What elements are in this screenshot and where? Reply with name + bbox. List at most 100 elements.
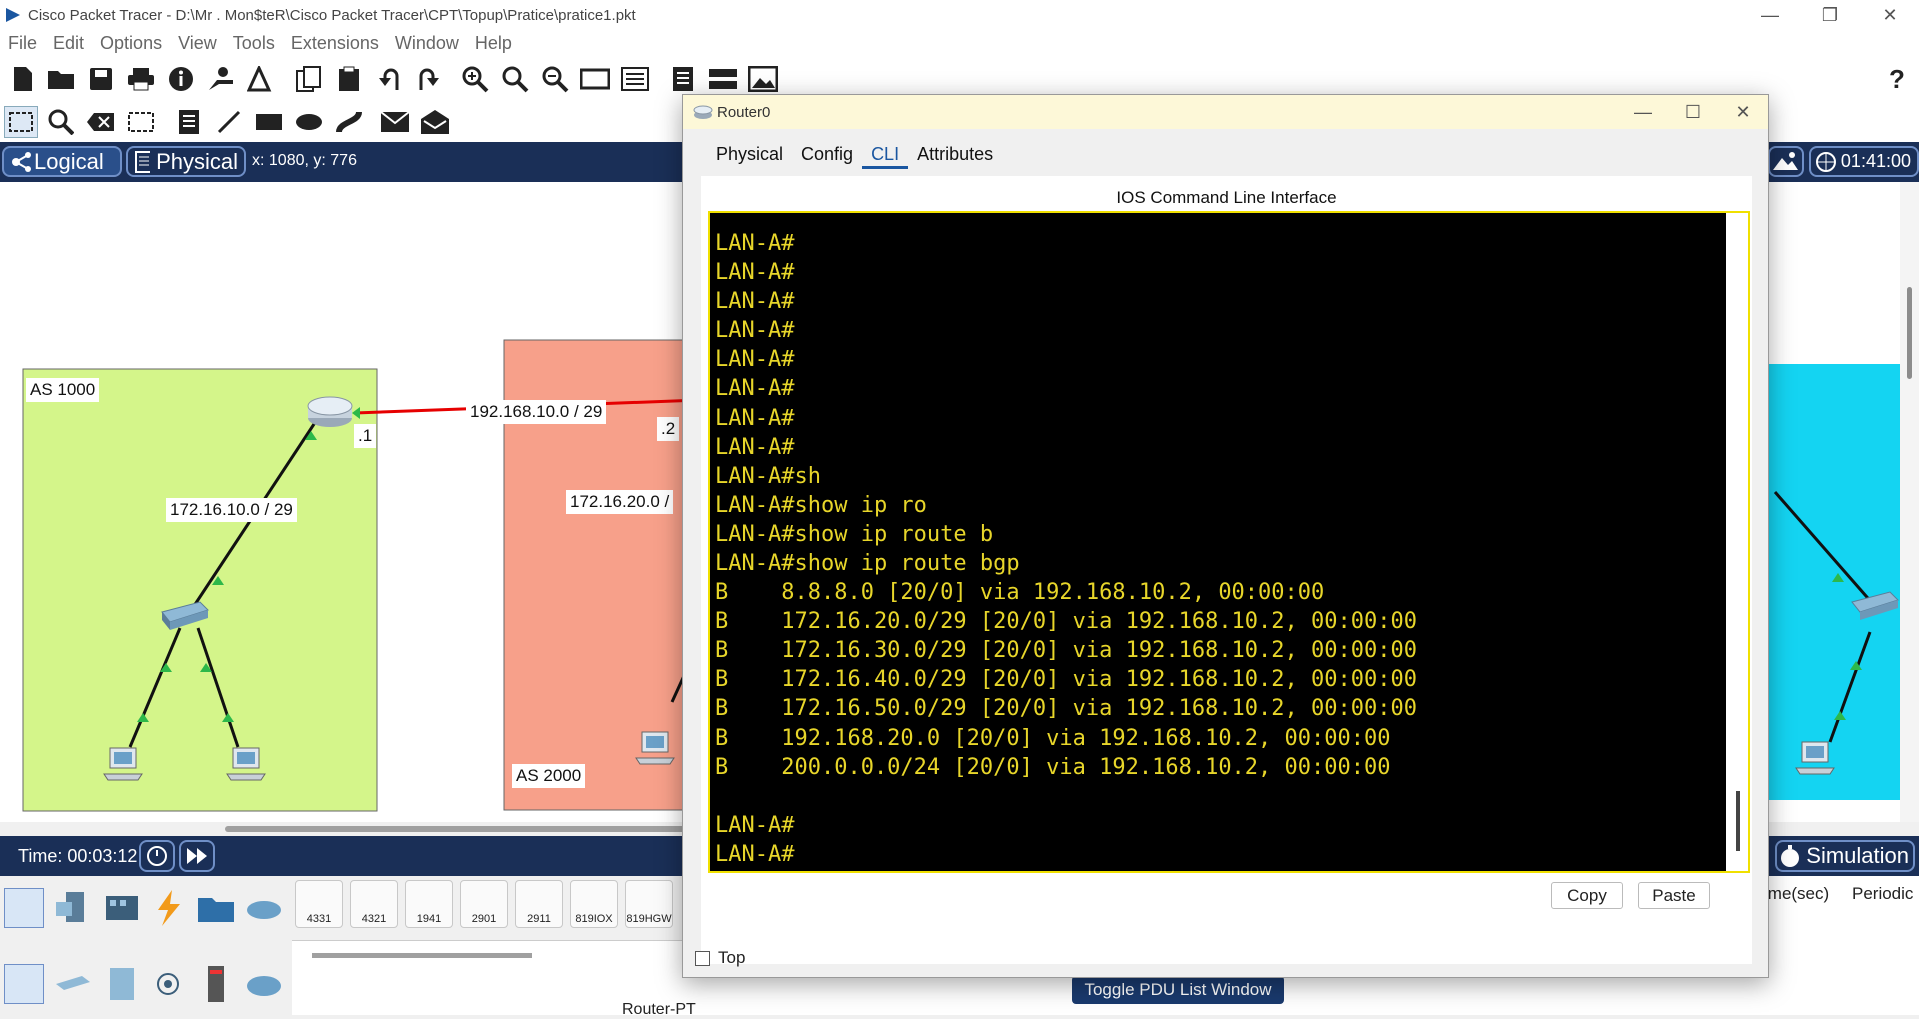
place-note-icon[interactable] bbox=[174, 107, 204, 137]
inspect-tool-icon[interactable] bbox=[46, 107, 76, 137]
connections-category-icon[interactable] bbox=[148, 888, 188, 928]
add-complex-pdu-icon[interactable] bbox=[420, 107, 450, 137]
hubs-subcategory-icon[interactable] bbox=[102, 964, 142, 1004]
zoom-reset-icon[interactable] bbox=[500, 64, 530, 94]
save-icon[interactable] bbox=[86, 64, 116, 94]
router1-ip-label: .2 bbox=[657, 417, 680, 441]
copy-button[interactable]: Copy bbox=[1551, 882, 1623, 909]
pc-icon[interactable] bbox=[635, 731, 675, 765]
routers-subcategory-icon[interactable] bbox=[4, 964, 44, 1004]
pc-icon[interactable] bbox=[1795, 741, 1835, 775]
restore-button[interactable]: ❐ bbox=[1800, 0, 1860, 30]
router0-ip-label: .1 bbox=[354, 424, 377, 448]
router-model-4321[interactable]: 4321 bbox=[350, 880, 398, 928]
resize-tool-icon[interactable] bbox=[126, 107, 156, 137]
drawing-palette-icon[interactable] bbox=[580, 64, 610, 94]
custom-device-icon[interactable] bbox=[620, 64, 650, 94]
window-close-button[interactable]: ✕ bbox=[1723, 95, 1763, 129]
menu-extensions[interactable]: Extensions bbox=[291, 33, 379, 54]
menu-window[interactable]: Window bbox=[395, 33, 459, 54]
scroll-thumb[interactable] bbox=[225, 826, 685, 832]
draw-ellipse-icon[interactable] bbox=[294, 107, 324, 137]
tab-physical[interactable]: Physical bbox=[126, 146, 246, 177]
window-title-bar[interactable]: Router0 — ☐ ✕ bbox=[683, 95, 1768, 129]
scroll-thumb[interactable] bbox=[1907, 287, 1912, 379]
delete-tool-icon[interactable] bbox=[86, 107, 116, 137]
misc-category-icon[interactable] bbox=[196, 888, 236, 928]
top-checkbox-box[interactable] bbox=[695, 950, 710, 966]
scroll-thumb[interactable] bbox=[312, 953, 532, 958]
terminal-output[interactable]: LAN-A# LAN-A# LAN-A# LAN-A# LAN-A# LAN-A… bbox=[715, 229, 1417, 869]
image-icon[interactable] bbox=[748, 64, 778, 94]
select-tool-icon[interactable] bbox=[4, 106, 38, 138]
undo-icon[interactable] bbox=[374, 64, 404, 94]
print-icon[interactable] bbox=[126, 64, 156, 94]
redo-icon[interactable] bbox=[414, 64, 444, 94]
menu-tools[interactable]: Tools bbox=[233, 33, 275, 54]
pc-icon[interactable] bbox=[226, 747, 266, 781]
router-model-1941[interactable]: 1941 bbox=[405, 880, 453, 928]
security-subcategory-icon[interactable] bbox=[196, 964, 236, 1004]
router-model-2911[interactable]: 2911 bbox=[515, 880, 563, 928]
multiuser-category-icon[interactable] bbox=[244, 888, 284, 928]
open-folder-icon[interactable] bbox=[46, 64, 76, 94]
zoom-out-icon[interactable] bbox=[540, 64, 570, 94]
paste-icon[interactable] bbox=[334, 64, 364, 94]
menu-edit[interactable]: Edit bbox=[53, 33, 84, 54]
power-cycle-button[interactable] bbox=[139, 840, 175, 872]
network-devices-category-icon[interactable] bbox=[4, 888, 44, 928]
close-button[interactable]: ✕ bbox=[1860, 0, 1919, 30]
cli-terminal[interactable]: LAN-A# LAN-A# LAN-A# LAN-A# LAN-A# LAN-A… bbox=[708, 211, 1750, 873]
help-icon[interactable]: ? bbox=[1882, 64, 1912, 94]
network-info-icon[interactable] bbox=[206, 64, 236, 94]
router-model-4331[interactable]: 4331 bbox=[295, 880, 343, 928]
tab-cli[interactable]: CLI bbox=[862, 139, 909, 169]
draw-rectangle-icon[interactable] bbox=[254, 107, 284, 137]
router-icon[interactable] bbox=[307, 396, 353, 427]
components-category-icon[interactable] bbox=[102, 888, 142, 928]
menu-bar: File Edit Options View Tools Extensions … bbox=[0, 30, 1919, 56]
simulation-mode-button[interactable]: Simulation bbox=[1775, 840, 1915, 872]
router-model-819iox[interactable]: 819IOX bbox=[570, 880, 618, 928]
tab-attributes[interactable]: Attributes bbox=[908, 139, 1002, 169]
switches-subcategory-icon[interactable] bbox=[52, 964, 92, 1004]
end-devices-category-icon[interactable] bbox=[52, 888, 92, 928]
model-label: 819HGW bbox=[626, 913, 672, 925]
menu-view[interactable]: View bbox=[178, 33, 217, 54]
pc-icon[interactable] bbox=[103, 747, 143, 781]
tab-physical-device[interactable]: Physical bbox=[707, 139, 792, 169]
model-label: 4331 bbox=[306, 913, 332, 925]
network-device-icon[interactable] bbox=[708, 64, 738, 94]
terminal-scrollbar[interactable] bbox=[1726, 213, 1748, 871]
menu-help[interactable]: Help bbox=[475, 33, 512, 54]
add-simple-pdu-icon[interactable] bbox=[380, 107, 410, 137]
fast-forward-button[interactable] bbox=[179, 840, 215, 872]
viewport-icon[interactable] bbox=[1768, 146, 1804, 177]
minimize-button[interactable]: — bbox=[1740, 0, 1800, 30]
router-model-819hgw[interactable]: 819HGW bbox=[625, 880, 673, 928]
notes-icon[interactable] bbox=[668, 64, 698, 94]
paste-button[interactable]: Paste bbox=[1638, 882, 1710, 909]
window-maximize-button[interactable]: ☐ bbox=[1673, 95, 1713, 129]
menu-options[interactable]: Options bbox=[100, 33, 162, 54]
wireless-subcategory-icon[interactable] bbox=[148, 964, 188, 1004]
menu-file[interactable]: File bbox=[8, 33, 37, 54]
copy-icon[interactable] bbox=[294, 64, 324, 94]
zoom-in-icon[interactable] bbox=[460, 64, 490, 94]
tab-config[interactable]: Config bbox=[792, 139, 862, 169]
new-file-icon[interactable] bbox=[8, 64, 38, 94]
top-checkbox[interactable]: Top bbox=[695, 948, 745, 968]
scroll-thumb[interactable] bbox=[1736, 791, 1740, 851]
top-checkbox-label: Top bbox=[718, 948, 746, 967]
realtime-clock[interactable]: 01:41:00 bbox=[1809, 146, 1919, 177]
activity-wizard-icon[interactable] bbox=[246, 64, 276, 94]
window-minimize-button[interactable]: — bbox=[1623, 95, 1663, 129]
wan-emulation-subcategory-icon[interactable] bbox=[244, 964, 284, 1004]
router-model-2901[interactable]: 2901 bbox=[460, 880, 508, 928]
vertical-scrollbar[interactable] bbox=[1900, 182, 1919, 822]
info-icon[interactable] bbox=[166, 64, 196, 94]
tab-logical[interactable]: Logical bbox=[2, 146, 122, 177]
toggle-pdu-list-button[interactable]: Toggle PDU List Window bbox=[1072, 976, 1284, 1004]
draw-line-icon[interactable] bbox=[214, 107, 244, 137]
freeform-tool-icon[interactable] bbox=[334, 107, 364, 137]
